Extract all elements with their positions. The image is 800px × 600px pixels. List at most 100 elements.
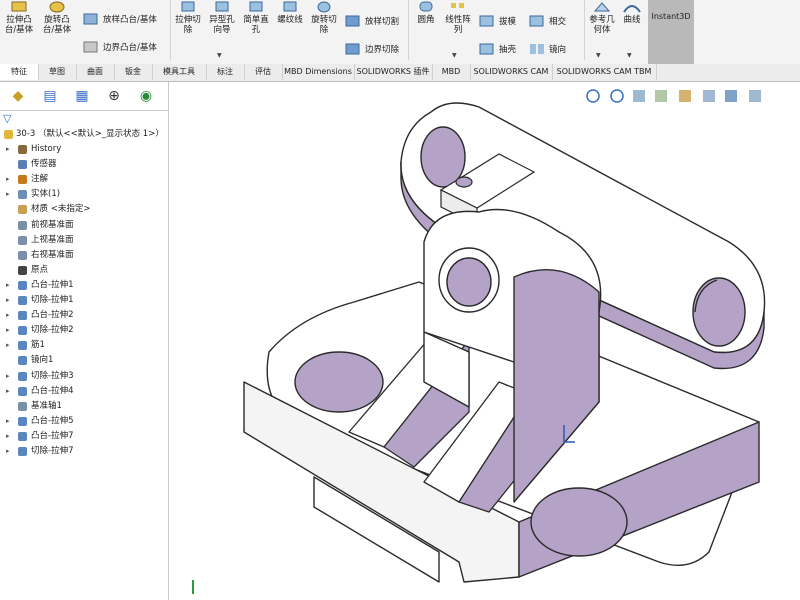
- tree-item[interactable]: 传感器: [0, 157, 168, 172]
- tree-item[interactable]: ▸ 切除-拉伸2: [0, 323, 168, 338]
- loft-cut-button[interactable]: 放样切割: [344, 14, 399, 28]
- property-manager-tab-icon[interactable]: ▤: [36, 85, 64, 107]
- tab-mbd-dimensions[interactable]: MBD Dimensions: [282, 64, 355, 80]
- tree-root[interactable]: 30-3 （默认<<默认>_显示状态 1>）: [0, 127, 168, 142]
- dimxpert-tab-icon[interactable]: ⊕: [100, 85, 128, 107]
- shell-button[interactable]: 抽壳: [478, 42, 516, 56]
- loft-boss-button[interactable]: 放样凸台/基体: [82, 12, 157, 26]
- tree-item[interactable]: ▸ 凸台-拉伸4: [0, 384, 168, 399]
- section-view-icon[interactable]: [655, 90, 667, 102]
- curves-button[interactable]: 曲线: [618, 0, 646, 25]
- feature-tree: 30-3 （默认<<默认>_显示状态 1>） ▸ History 传感器 ▸ 注解 ▸ 实体…: [0, 127, 168, 459]
- dropdown-caret-icon[interactable]: ▼: [596, 52, 601, 59]
- expand-arrow-icon[interactable]: ▸: [6, 369, 10, 384]
- feature-icon: [18, 175, 27, 185]
- feature-icon: [18, 250, 27, 260]
- tree-item[interactable]: 前视基准面: [0, 218, 168, 233]
- tree-item[interactable]: ▸ 切除-拉伸1: [0, 293, 168, 308]
- zoom-to-fit-icon[interactable]: [586, 89, 600, 103]
- boundary-boss-button[interactable]: 边界凸台/基体: [82, 40, 157, 54]
- simple-hole-icon: [249, 1, 263, 12]
- extrude-cut-button[interactable]: 拉伸切 除: [172, 0, 204, 35]
- ribbon-separator: [408, 0, 409, 60]
- tab-sheet-metal[interactable]: 钣金: [114, 64, 153, 80]
- previous-view-icon[interactable]: [633, 90, 645, 102]
- tab-solidworks-cam-tbm[interactable]: SOLIDWORKS CAM TBM: [552, 64, 657, 80]
- configuration-manager-tab-icon[interactable]: ▦: [68, 85, 96, 107]
- fillet-button[interactable]: 圆角: [410, 0, 442, 25]
- tab-solidworks-cam[interactable]: SOLIDWORKS CAM: [470, 64, 553, 80]
- tab-features[interactable]: 特征: [0, 64, 39, 80]
- tab-solidworks-addins[interactable]: SOLIDWORKS 插件: [354, 64, 433, 80]
- expand-arrow-icon[interactable]: ▸: [6, 293, 10, 308]
- reference-geometry-button[interactable]: 参考几 何体: [586, 0, 618, 35]
- tree-item[interactable]: ▸ 切除-拉伸7: [0, 444, 168, 459]
- expand-arrow-icon[interactable]: ▸: [6, 338, 10, 353]
- feature-icon: [18, 190, 27, 200]
- expand-arrow-icon[interactable]: ▸: [6, 444, 10, 459]
- feature-manager-tab-icon[interactable]: ◆: [4, 85, 32, 107]
- expand-arrow-icon[interactable]: ▸: [6, 429, 10, 444]
- tree-item[interactable]: ▸ 凸台-拉伸5: [0, 414, 168, 429]
- tab-evaluate[interactable]: 评估: [244, 64, 283, 80]
- revolve-boss-button[interactable]: 旋转凸 台/基体: [40, 0, 74, 35]
- tree-item[interactable]: ▸ 注解: [0, 172, 168, 187]
- expand-arrow-icon[interactable]: ▸: [6, 172, 10, 187]
- linear-pattern-icon: [451, 3, 464, 8]
- tree-item[interactable]: 材质 <未指定>: [0, 202, 168, 217]
- hide-show-items-icon[interactable]: [749, 90, 761, 102]
- expand-arrow-icon[interactable]: ▸: [6, 187, 10, 202]
- tree-item[interactable]: 镜向1: [0, 353, 168, 368]
- tree-item[interactable]: ▸ 凸台-拉伸2: [0, 308, 168, 323]
- dropdown-caret-icon[interactable]: ▼: [627, 52, 632, 59]
- tab-mold-tools[interactable]: 模具工具: [152, 64, 207, 80]
- dropdown-caret-icon[interactable]: ▼: [217, 52, 222, 59]
- feature-icon: [18, 356, 27, 366]
- feature-icon: [18, 235, 27, 245]
- expand-arrow-icon[interactable]: ▸: [6, 323, 10, 338]
- panel-tabs: ◆ ▤ ▦ ⊕ ◉: [0, 82, 168, 111]
- extrude-boss-button[interactable]: 拉伸凸 台/基体: [2, 0, 36, 35]
- simple-hole-button[interactable]: 简单直 孔: [240, 0, 272, 35]
- hole-wizard-button[interactable]: 异型孔 向导: [206, 0, 238, 35]
- mirror-button[interactable]: 镜向: [528, 42, 566, 56]
- tree-item[interactable]: ▸ 筋1: [0, 338, 168, 353]
- tree-item[interactable]: ▸ 切除-拉伸3: [0, 369, 168, 384]
- intersect-button[interactable]: 相交: [528, 14, 566, 28]
- display-manager-tab-icon[interactable]: ◉: [132, 85, 160, 107]
- tree-item[interactable]: 右视基准面: [0, 248, 168, 263]
- feature-icon: [18, 280, 27, 290]
- graphics-area[interactable]: [169, 82, 800, 600]
- linear-pattern-button[interactable]: 线性阵 列: [442, 0, 474, 35]
- zoom-to-area-icon[interactable]: [610, 89, 624, 103]
- display-style-icon[interactable]: [725, 90, 737, 102]
- tab-markup[interactable]: 标注: [206, 64, 245, 80]
- tree-item[interactable]: ▸ History: [0, 142, 168, 157]
- tree-item[interactable]: 基准轴1: [0, 399, 168, 414]
- boundary-cut-button[interactable]: 边界切除: [344, 42, 399, 56]
- dynamic-annotation-icon[interactable]: [679, 90, 691, 102]
- tree-item[interactable]: ▸ 凸台-拉伸7: [0, 429, 168, 444]
- expand-arrow-icon[interactable]: ▸: [6, 278, 10, 293]
- draft-button[interactable]: 拔模: [478, 14, 516, 28]
- thread-button[interactable]: 螺纹线: [274, 0, 306, 25]
- tab-mbd[interactable]: MBD: [432, 64, 471, 80]
- tree-item[interactable]: ▸ 凸台-拉伸1: [0, 278, 168, 293]
- tree-item[interactable]: 原点: [0, 263, 168, 278]
- expand-arrow-icon[interactable]: ▸: [6, 414, 10, 429]
- expand-arrow-icon[interactable]: ▸: [6, 308, 10, 323]
- filter-icon[interactable]: ▽: [3, 112, 11, 125]
- tab-sketch[interactable]: 草图: [38, 64, 77, 80]
- revolve-cut-button[interactable]: 旋转切 除: [308, 0, 340, 35]
- tree-item[interactable]: ▸ 实体(1): [0, 187, 168, 202]
- part-model-3d[interactable]: [169, 82, 800, 600]
- boundary-boss-icon: [83, 41, 98, 53]
- expand-arrow-icon[interactable]: ▸: [6, 142, 10, 157]
- view-orientation-icon[interactable]: [703, 90, 715, 102]
- reference-geometry-icon: [593, 2, 611, 12]
- expand-arrow-icon[interactable]: ▸: [6, 384, 10, 399]
- instant3d-button[interactable]: Instant3D: [648, 0, 694, 64]
- tree-item[interactable]: 上视基准面: [0, 233, 168, 248]
- tab-surfaces[interactable]: 曲面: [76, 64, 115, 80]
- dropdown-caret-icon[interactable]: ▼: [452, 52, 457, 59]
